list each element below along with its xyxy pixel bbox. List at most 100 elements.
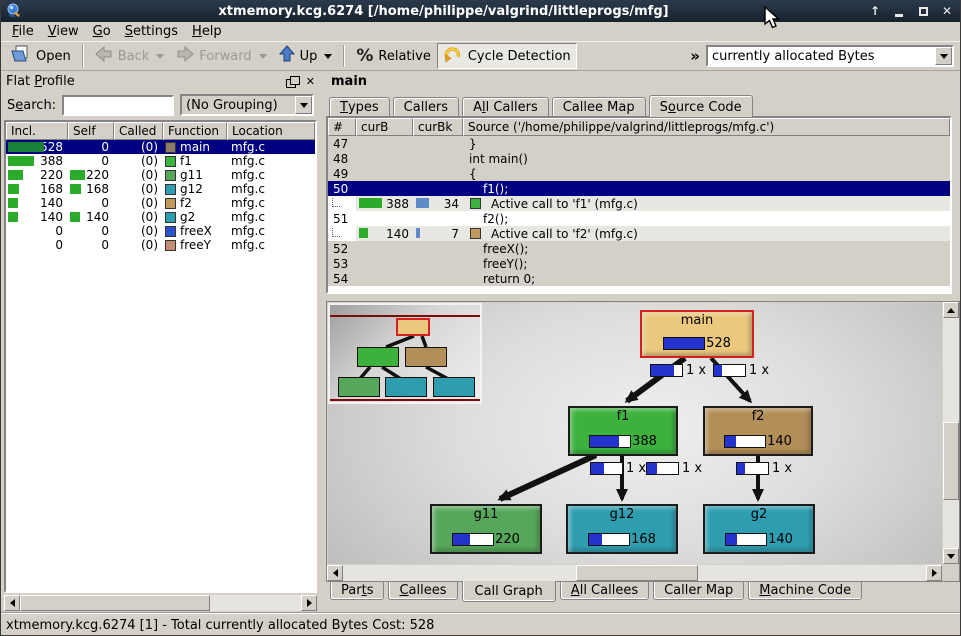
event-type-select[interactable]: currently allocated Bytes bbox=[706, 45, 954, 67]
tab-all-callers[interactable]: All Callers bbox=[462, 97, 549, 116]
graph-node-g2[interactable]: g2 140 bbox=[703, 504, 815, 554]
close-icon[interactable]: ✕ bbox=[939, 3, 955, 19]
float-dock-icon[interactable] bbox=[286, 76, 298, 86]
scroll-right-button[interactable] bbox=[301, 595, 317, 611]
scroll-down-button[interactable] bbox=[943, 548, 959, 564]
edge-label-f1-g11[interactable]: 1 x bbox=[590, 461, 646, 476]
cycle-detection-label: Cycle Detection bbox=[468, 49, 571, 64]
source-line[interactable]: 48 int main() bbox=[328, 151, 950, 166]
scroll-left-button[interactable] bbox=[327, 565, 343, 581]
edge-label-f1-g12[interactable]: 1 x bbox=[646, 461, 702, 476]
edge-label-main-f2[interactable]: 1 x bbox=[713, 363, 769, 378]
table-row[interactable]: 140 0 (0) f2 mfg.c bbox=[6, 196, 315, 210]
column-header-location[interactable]: Location bbox=[227, 122, 315, 140]
menu-settings[interactable]: Settings bbox=[118, 23, 185, 40]
active-call-line[interactable]: 388 34 Active call to 'f1' (mfg.c) bbox=[328, 196, 950, 211]
column-header-self[interactable]: Self bbox=[68, 122, 114, 140]
scroll-up-button[interactable] bbox=[943, 302, 959, 318]
combo-dropdown-button[interactable] bbox=[295, 96, 312, 114]
table-row[interactable]: 220 220 (0) g11 mfg.c bbox=[6, 168, 315, 182]
flat-profile-table: Incl. Self Called Function Location 528 … bbox=[4, 120, 317, 593]
source-line[interactable]: 54 return 0; bbox=[328, 271, 950, 286]
scroll-left-button[interactable] bbox=[4, 595, 20, 611]
source-line[interactable]: 49 { bbox=[328, 166, 950, 181]
column-header-called[interactable]: Called bbox=[114, 122, 163, 140]
source-line-selected[interactable]: 50 f1(); bbox=[328, 181, 950, 196]
table-row[interactable]: 528 0 (0) main mfg.c bbox=[6, 140, 315, 154]
horizontal-scrollbar[interactable] bbox=[327, 565, 942, 581]
cycle-detection-button[interactable]: Cycle Detection bbox=[437, 43, 577, 69]
minimize-icon[interactable] bbox=[891, 3, 907, 19]
tab-parts[interactable]: Parts bbox=[330, 582, 384, 600]
combo-dropdown-button[interactable] bbox=[935, 47, 952, 65]
horizontal-splitter[interactable] bbox=[326, 294, 960, 301]
maximize-icon[interactable] bbox=[915, 3, 931, 19]
arrow-left-icon bbox=[333, 569, 338, 577]
call-graph-canvas[interactable]: main 528 f1 388 f2 140 g11 220 bbox=[328, 303, 942, 564]
column-header-curbk[interactable]: curBk bbox=[413, 118, 463, 136]
back-button[interactable]: Back bbox=[89, 43, 171, 69]
tab-source-code[interactable]: Source Code bbox=[649, 95, 753, 117]
tab-caller-map[interactable]: Caller Map bbox=[653, 582, 744, 600]
graph-node-f1[interactable]: f1 388 bbox=[568, 406, 678, 456]
graph-node-g12[interactable]: g12 168 bbox=[566, 504, 678, 554]
tab-callee-map[interactable]: Callee Map bbox=[552, 97, 646, 116]
edge-label-f2-g2[interactable]: 1 x bbox=[736, 461, 792, 476]
table-row[interactable]: 388 0 (0) f1 mfg.c bbox=[6, 154, 315, 168]
column-header-function[interactable]: Function bbox=[163, 122, 227, 140]
graph-node-g11[interactable]: g11 220 bbox=[430, 504, 542, 554]
column-header-line[interactable]: # bbox=[328, 118, 356, 136]
menu-file[interactable]: File bbox=[5, 23, 41, 40]
open-button[interactable]: Open bbox=[5, 43, 77, 69]
scroll-right-button[interactable] bbox=[926, 565, 942, 581]
graph-node-label: g11 bbox=[474, 507, 499, 522]
graph-overview-minimap[interactable] bbox=[328, 303, 482, 404]
toolbar-overflow-chevron[interactable]: » bbox=[690, 47, 700, 65]
relative-toggle-button[interactable]: % Relative bbox=[350, 43, 436, 69]
back-dropdown-icon[interactable] bbox=[156, 54, 164, 59]
up-button[interactable]: Up bbox=[273, 43, 339, 69]
scrollbar-thumb[interactable] bbox=[943, 422, 959, 500]
search-input[interactable] bbox=[62, 95, 174, 116]
dock-close-icon[interactable]: ✕ bbox=[306, 75, 315, 88]
menu-go[interactable]: Go bbox=[86, 23, 118, 40]
menu-help[interactable]: Help bbox=[185, 23, 229, 40]
source-line[interactable]: 51 f2(); bbox=[328, 211, 950, 226]
call-cost-bar bbox=[650, 364, 683, 377]
scrollbar-thumb[interactable] bbox=[20, 595, 210, 611]
shade-window-icon[interactable]: ↑ bbox=[867, 3, 883, 19]
tab-machine-code[interactable]: Machine Code bbox=[748, 582, 862, 600]
up-dropdown-icon[interactable] bbox=[324, 54, 332, 59]
source-line[interactable]: 47 } bbox=[328, 136, 950, 151]
table-row[interactable]: 0 0 (0) freeY mfg.c bbox=[6, 238, 315, 252]
cost-value: 140 bbox=[767, 434, 792, 449]
tab-callees[interactable]: Callees bbox=[388, 582, 457, 600]
menu-view[interactable]: View bbox=[41, 23, 86, 40]
tab-types[interactable]: Types bbox=[329, 97, 390, 116]
column-header-incl[interactable]: Incl. bbox=[6, 122, 68, 140]
scrollbar-thumb[interactable] bbox=[576, 565, 698, 581]
tab-call-graph[interactable]: Call Graph bbox=[462, 581, 556, 602]
vertical-scrollbar[interactable] bbox=[943, 302, 959, 564]
column-header-curb[interactable]: curB bbox=[356, 118, 413, 136]
horizontal-scrollbar[interactable] bbox=[4, 595, 317, 611]
source-line[interactable]: 53 freeY(); bbox=[328, 256, 950, 271]
grouping-select[interactable]: (No Grouping) bbox=[180, 94, 314, 116]
edge-label-main-f1[interactable]: 1 x bbox=[650, 363, 706, 378]
scrollbar-track[interactable] bbox=[210, 595, 301, 611]
forward-dropdown-icon[interactable] bbox=[259, 54, 267, 59]
column-header-source[interactable]: Source ('/home/philippe/valgrind/littlep… bbox=[463, 118, 950, 136]
graph-node-main[interactable]: main 528 bbox=[640, 310, 754, 358]
tab-all-callees[interactable]: All Callees bbox=[560, 582, 649, 600]
table-row[interactable]: 140 140 (0) g2 mfg.c bbox=[6, 210, 315, 224]
active-call-line[interactable]: 140 7 Active call to 'f2' (mfg.c) bbox=[328, 226, 950, 241]
tab-callers[interactable]: Callers bbox=[393, 97, 459, 116]
forward-button[interactable]: Forward bbox=[170, 43, 272, 69]
table-row[interactable]: 168 168 (0) g12 mfg.c bbox=[6, 182, 315, 196]
graph-node-f2[interactable]: f2 140 bbox=[703, 406, 813, 456]
percent-icon: % bbox=[356, 46, 373, 66]
source-line[interactable]: 52 freeX(); bbox=[328, 241, 950, 256]
table-row[interactable]: 0 0 (0) freeX mfg.c bbox=[6, 224, 315, 238]
call-count: 1 x bbox=[772, 461, 792, 476]
titlebar[interactable]: xtmemory.kcg.6274 [/home/philippe/valgri… bbox=[1, 0, 960, 22]
